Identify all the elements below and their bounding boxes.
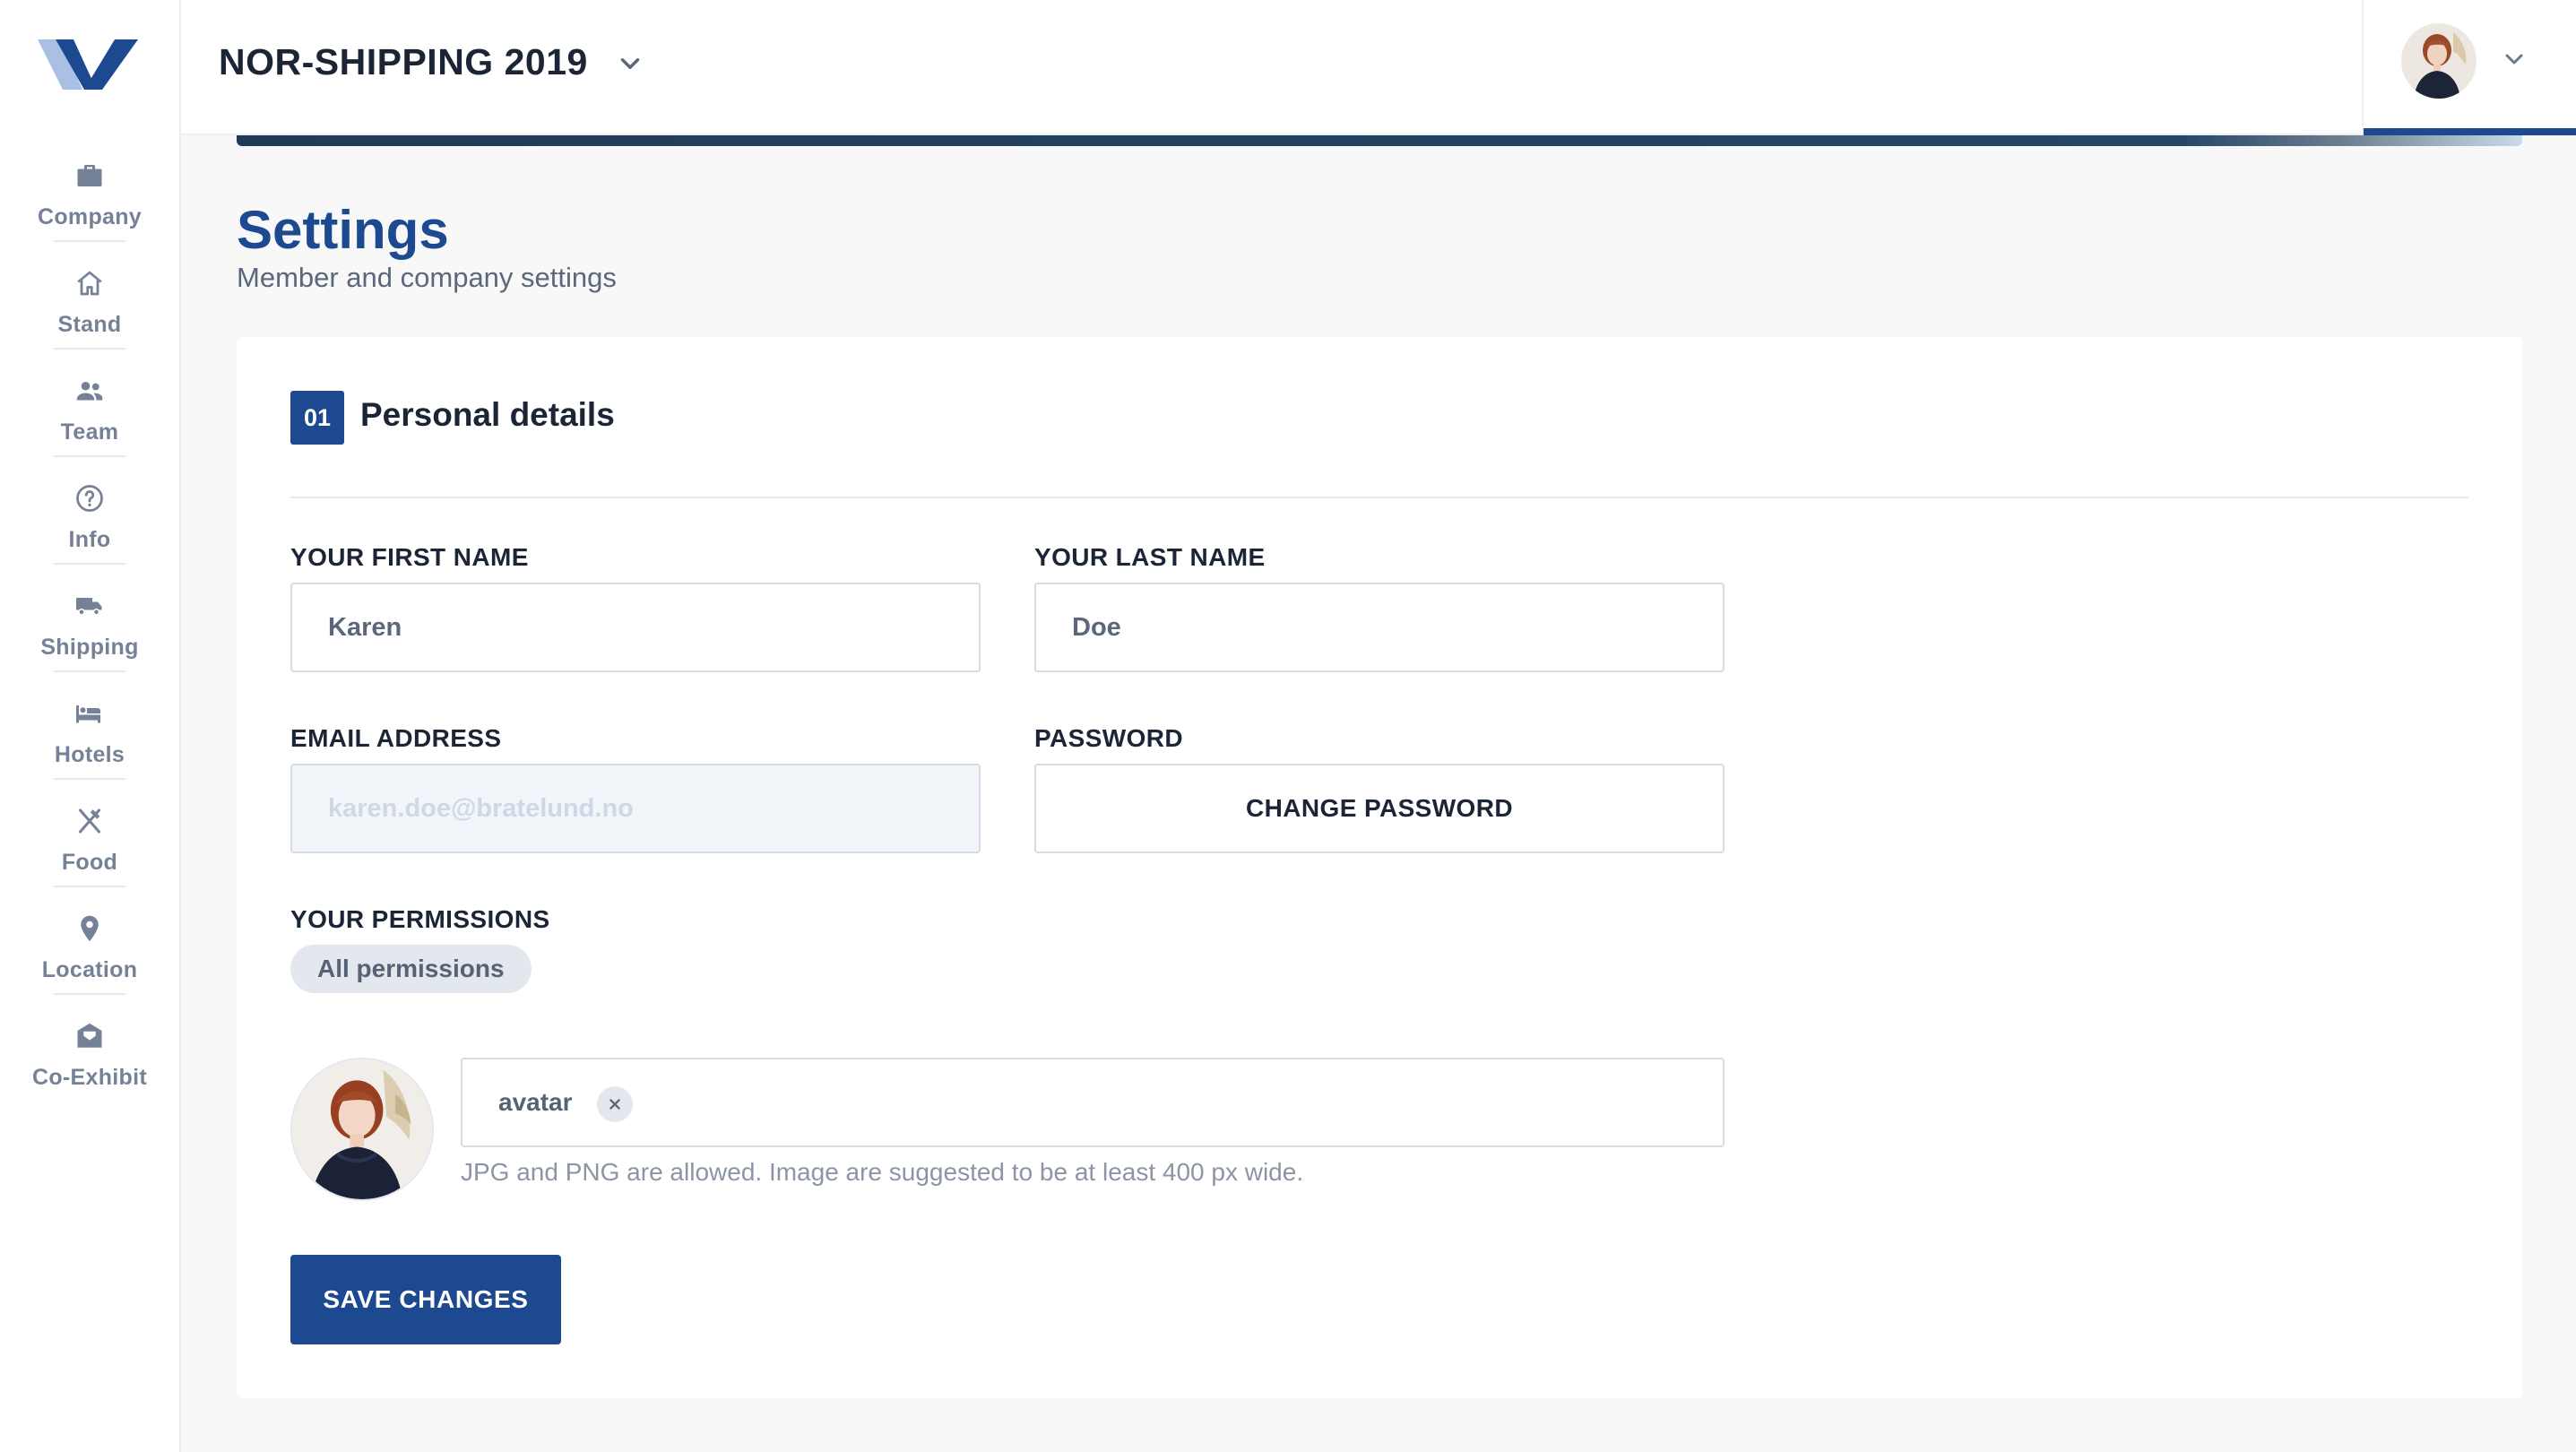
top-header: NOR-SHIPPING 2019 xyxy=(181,0,2576,135)
chevron-down-icon[interactable] xyxy=(615,48,645,79)
sidebar-divider xyxy=(54,563,125,565)
sidebar-item-label: Info xyxy=(68,527,111,552)
personal-details-card: 01 Personal details YOUR FIRST NAME YOUR… xyxy=(237,337,2522,1398)
sidebar-item-co-exhibit[interactable]: Co-Exhibit xyxy=(0,1011,179,1119)
sidebar-item-label: Food xyxy=(61,850,118,875)
user-menu[interactable] xyxy=(2362,0,2576,135)
app-logo[interactable] xyxy=(38,38,138,91)
section-number-badge: 01 xyxy=(290,391,344,445)
sidebar-item-label: Team xyxy=(60,419,119,445)
sidebar-item-shipping[interactable]: Shipping xyxy=(0,581,179,688)
save-changes-button[interactable]: SAVE CHANGES xyxy=(290,1255,561,1344)
sidebar-divider xyxy=(54,240,125,242)
people-icon xyxy=(72,373,108,409)
sidebar-divider xyxy=(54,993,125,995)
truck-icon xyxy=(72,588,108,624)
sidebar-item-label: Location xyxy=(41,957,138,982)
section-divider xyxy=(290,497,2468,498)
remove-file-icon[interactable] xyxy=(597,1086,633,1122)
chevron-down-icon[interactable] xyxy=(2500,45,2528,73)
utensils-icon xyxy=(72,803,108,839)
email-label: EMAIL ADDRESS xyxy=(290,724,502,752)
sidebar-item-company[interactable]: Company xyxy=(0,151,179,258)
first-name-input[interactable] xyxy=(290,583,981,672)
map-pin-icon xyxy=(72,911,108,946)
sidebar-divider xyxy=(54,670,125,672)
user-menu-active-indicator xyxy=(2364,128,2576,135)
sidebar-divider xyxy=(54,455,125,457)
permissions-badge: All permissions xyxy=(290,945,532,993)
open-envelope-icon xyxy=(72,1018,108,1054)
email-input xyxy=(290,764,981,853)
first-name-label: YOUR FIRST NAME xyxy=(290,543,529,571)
user-avatar[interactable] xyxy=(2401,23,2477,99)
sidebar-item-team[interactable]: Team xyxy=(0,366,179,473)
sidebar: Company Stand Team Info Shipping Hotels xyxy=(0,0,181,1452)
hero-banner-edge xyxy=(237,135,2522,146)
sidebar-item-label: Hotels xyxy=(54,742,125,767)
permissions-label: YOUR PERMISSIONS xyxy=(290,905,550,933)
page-title: Settings xyxy=(237,200,449,260)
password-label: PASSWORD xyxy=(1034,724,1184,752)
last-name-label: YOUR LAST NAME xyxy=(1034,543,1266,571)
sidebar-divider xyxy=(54,886,125,887)
avatar-help-text: JPG and PNG are allowed. Image are sugge… xyxy=(461,1158,1304,1186)
change-password-button[interactable]: CHANGE PASSWORD xyxy=(1034,764,1725,853)
uploaded-file-name: avatar xyxy=(498,1088,573,1116)
sidebar-item-food[interactable]: Food xyxy=(0,796,179,903)
sidebar-item-hotels[interactable]: Hotels xyxy=(0,688,179,796)
sidebar-item-label: Shipping xyxy=(40,635,139,660)
sidebar-item-stand[interactable]: Stand xyxy=(0,258,179,366)
profile-avatar-preview xyxy=(290,1058,434,1201)
sidebar-divider xyxy=(54,778,125,780)
event-selector-title[interactable]: NOR-SHIPPING 2019 xyxy=(219,41,588,83)
sidebar-divider xyxy=(54,348,125,350)
sidebar-item-location[interactable]: Location xyxy=(0,903,179,1011)
avatar-upload-field[interactable]: avatar xyxy=(461,1058,1725,1147)
sidebar-item-label: Co-Exhibit xyxy=(32,1065,147,1090)
home-icon xyxy=(72,265,108,301)
last-name-input[interactable] xyxy=(1034,583,1725,672)
bed-icon xyxy=(72,696,108,731)
briefcase-icon xyxy=(72,158,108,194)
help-circle-icon xyxy=(72,480,108,516)
sidebar-item-info[interactable]: Info xyxy=(0,473,179,581)
page-subtitle: Member and company settings xyxy=(237,262,617,293)
section-title: Personal details xyxy=(360,396,615,433)
sidebar-item-label: Company xyxy=(37,204,142,229)
sidebar-item-label: Stand xyxy=(57,312,122,337)
